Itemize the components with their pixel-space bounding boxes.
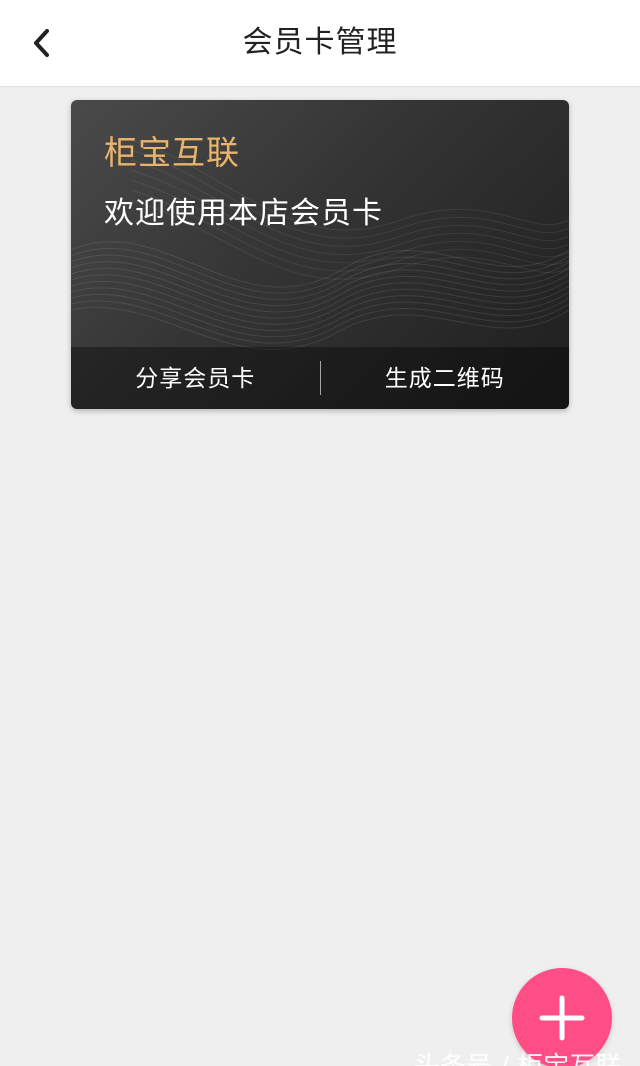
card-welcome-text: 欢迎使用本店会员卡 <box>104 196 383 231</box>
share-card-button[interactable]: 分享会员卡 <box>71 347 320 409</box>
member-card-management-page: 会员卡管理 柜宝互联 欢迎使用本店会员卡 分享会员卡 生成二维码 <box>0 0 640 1066</box>
card-brand-name: 柜宝互联 <box>104 133 240 172</box>
page-title: 会员卡管理 <box>242 25 398 60</box>
card-action-bar: 分享会员卡 生成二维码 <box>71 347 569 409</box>
watermark-text: 头条号 / 柜宝互联 <box>414 1046 621 1066</box>
top-bar: 会员卡管理 <box>0 0 640 87</box>
member-card[interactable]: 柜宝互联 欢迎使用本店会员卡 分享会员卡 生成二维码 <box>71 100 569 409</box>
generate-qrcode-button[interactable]: 生成二维码 <box>321 347 570 409</box>
